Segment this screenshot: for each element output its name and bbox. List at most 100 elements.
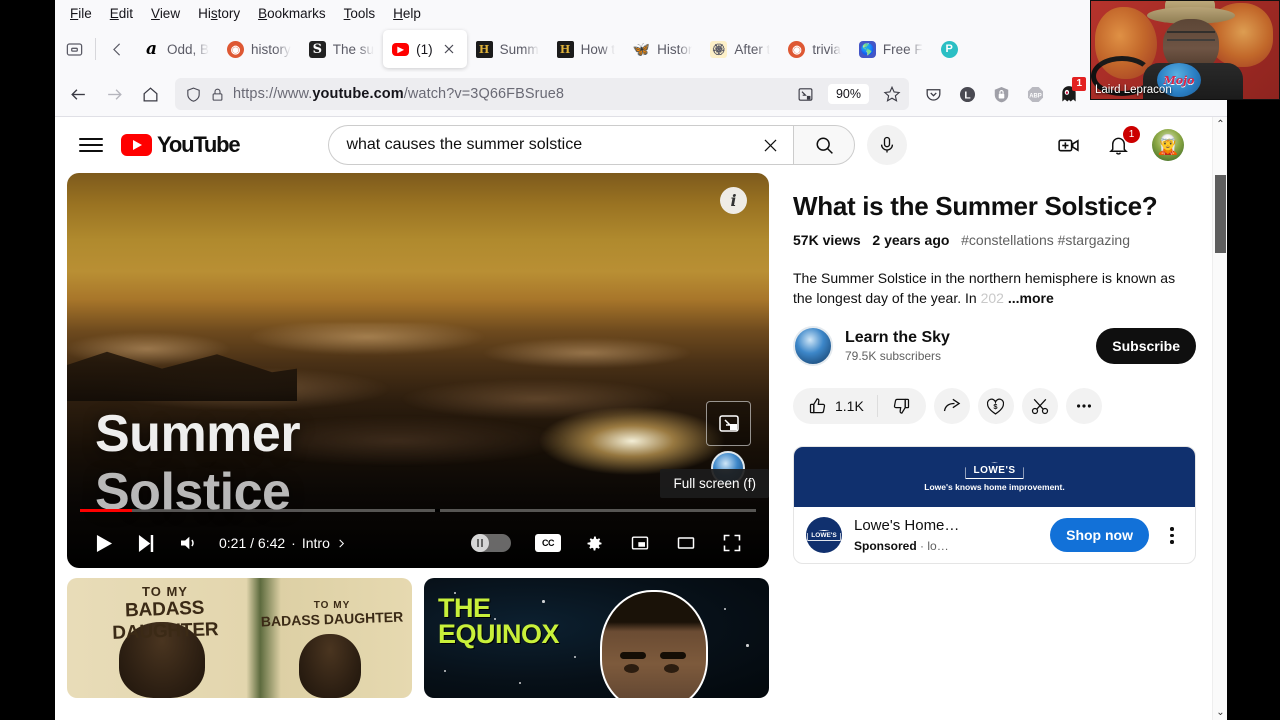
tab-free-f[interactable]: 🌎 Free F [850, 30, 932, 68]
address-bar[interactable]: https://www.youtube.com/watch?v=3Q66FBSr… [175, 78, 909, 110]
clip-button[interactable] [1021, 388, 1058, 425]
tab-history-search[interactable]: ◉ history [218, 30, 300, 68]
progress-bar[interactable] [80, 508, 756, 512]
thumbnail-the-equinox[interactable]: THE EQUINOX [424, 578, 769, 698]
description-line1: The Summer Solstice in the northern hemi… [793, 269, 1113, 286]
menu-help[interactable]: Help [386, 4, 428, 23]
time-text: 0:21 / 6:42 [219, 535, 286, 551]
zoom-level-badge[interactable]: 90% [827, 84, 869, 104]
extension-badge-count: 1 [1072, 77, 1086, 91]
page-scrollbar[interactable]: ⌃ ⌄ [1212, 117, 1227, 720]
time-separator: · [291, 535, 296, 551]
tab-scribd[interactable]: S The su [300, 30, 383, 68]
bookmark-star-icon[interactable] [883, 85, 901, 103]
chapter-name[interactable]: Intro [302, 535, 330, 551]
guide-menu-icon[interactable] [79, 133, 103, 157]
account-avatar[interactable]: 🧝 [1152, 129, 1184, 161]
theater-button[interactable] [665, 522, 707, 564]
afterlife-icon: 🏵 [710, 40, 728, 58]
video-hashtags[interactable]: #constellations #stargazing [961, 232, 1130, 248]
lastpass-icon[interactable]: L [951, 78, 983, 110]
voice-search-icon[interactable] [867, 125, 908, 165]
search-submit-button[interactable] [793, 125, 856, 165]
tab-label: How t [580, 41, 616, 57]
tab-label: history [251, 41, 291, 57]
volume-button[interactable] [167, 522, 209, 564]
like-button[interactable]: 1.1K [795, 396, 877, 416]
menu-file[interactable]: File [63, 4, 99, 23]
sponsored-separator: · [920, 539, 925, 554]
youtube-logo[interactable]: YouTube [121, 132, 241, 158]
menu-tools[interactable]: Tools [337, 4, 383, 23]
next-button[interactable] [125, 522, 167, 564]
channel-avatar[interactable] [793, 326, 833, 367]
menu-bookmarks[interactable]: Bookmarks [251, 4, 333, 23]
tab-summary[interactable]: H Summ [467, 30, 548, 68]
dislike-button[interactable] [878, 396, 924, 416]
menu-history[interactable]: History [191, 4, 247, 23]
scrollbar-thumb[interactable] [1215, 175, 1226, 253]
info-icon[interactable]: i [720, 187, 747, 214]
webcam-overlay[interactable]: Mojo Laird Lepracon [1090, 0, 1280, 100]
shop-now-button[interactable]: Shop now [1050, 518, 1149, 553]
channel-name[interactable]: Learn the Sky [845, 329, 950, 347]
fullscreen-button[interactable] [711, 522, 753, 564]
search-input[interactable] [346, 136, 752, 154]
subscribe-button[interactable]: Subscribe [1096, 328, 1196, 365]
browser-window: File Edit View History Bookmarks Tools H… [55, 0, 1227, 720]
more-actions-button[interactable] [1065, 388, 1102, 425]
advertiser-name[interactable]: Lowe's Home… [854, 517, 959, 535]
tab-amazon[interactable]: a Odd, B [134, 30, 218, 68]
ad-banner[interactable]: LOWE'S Lowe's knows home improvement. [794, 447, 1195, 508]
miniplayer-button[interactable] [619, 522, 661, 564]
related-thumbnails: TO MY BADASS DAUGHTER TO MY BADASS DAUGH… [67, 578, 769, 698]
clear-search-icon[interactable] [751, 126, 789, 164]
menu-edit[interactable]: Edit [103, 4, 140, 23]
create-video-icon[interactable] [1052, 129, 1084, 161]
home-icon[interactable] [133, 77, 167, 111]
close-icon[interactable] [440, 40, 458, 58]
svg-text:L: L [964, 90, 970, 101]
lowes-logo: LOWE'S [965, 462, 1024, 480]
forward-icon[interactable] [97, 77, 131, 111]
tab-youtube-active[interactable]: ▶ (1) [383, 30, 467, 68]
menu-bar: File Edit View History Bookmarks Tools H… [55, 0, 1227, 26]
subtitles-button[interactable]: CC [527, 522, 569, 564]
pocket-icon[interactable] [917, 78, 949, 110]
search-box[interactable] [328, 125, 794, 165]
scroll-up-arrow-icon[interactable]: ⌃ [1213, 119, 1227, 130]
video-player[interactable]: i Summer Solstice Full screen (f) 0:21 /… [67, 173, 769, 568]
thumbnail-badass-daughter[interactable]: TO MY BADASS DAUGHTER TO MY BADASS DAUGH… [67, 578, 412, 698]
abp-icon[interactable]: ABP [1019, 78, 1051, 110]
sponsored-ad-card[interactable]: LOWE'S Lowe's knows home improvement. LO… [793, 446, 1196, 565]
description-truncated: 202 [980, 290, 1004, 307]
thanks-button[interactable]: $ [977, 388, 1014, 425]
notifications-bell-icon[interactable]: 1 [1102, 126, 1140, 161]
scroll-down-arrow-icon[interactable]: ⌄ [1213, 707, 1227, 718]
tab-trivia[interactable]: ◉ trivia [779, 30, 850, 68]
scroll-tabs-left-icon[interactable] [100, 32, 134, 66]
play-button[interactable] [83, 522, 125, 564]
privacy-badger-icon[interactable] [985, 78, 1017, 110]
video-description[interactable]: The Summer Solstice in the northern hemi… [793, 268, 1196, 309]
autoplay-toggle[interactable] [471, 534, 511, 552]
history-channel-icon: H [475, 40, 493, 58]
more-link[interactable]: ...more [1008, 290, 1054, 306]
picture-in-picture-overlay-icon[interactable] [706, 401, 751, 446]
shield-icon[interactable] [185, 86, 202, 103]
list-all-tabs-icon[interactable] [57, 32, 91, 66]
share-button[interactable] [933, 388, 970, 425]
reader-mode-icon[interactable] [797, 86, 814, 103]
menu-view[interactable]: View [144, 4, 187, 23]
settings-button[interactable] [573, 522, 615, 564]
svg-text:$: $ [994, 402, 999, 411]
tab-after[interactable]: 🏵 After t [701, 30, 779, 68]
lock-icon[interactable] [210, 87, 225, 102]
tab-how-to[interactable]: H How t [548, 30, 625, 68]
ghostery-icon[interactable]: 1 [1053, 77, 1086, 110]
player-controls-right: CC [471, 522, 753, 564]
tab-p[interactable]: P [932, 30, 974, 68]
back-icon[interactable] [61, 77, 95, 111]
ad-options-icon[interactable] [1161, 527, 1183, 544]
tab-history[interactable]: 🦋 Histor [624, 30, 701, 68]
